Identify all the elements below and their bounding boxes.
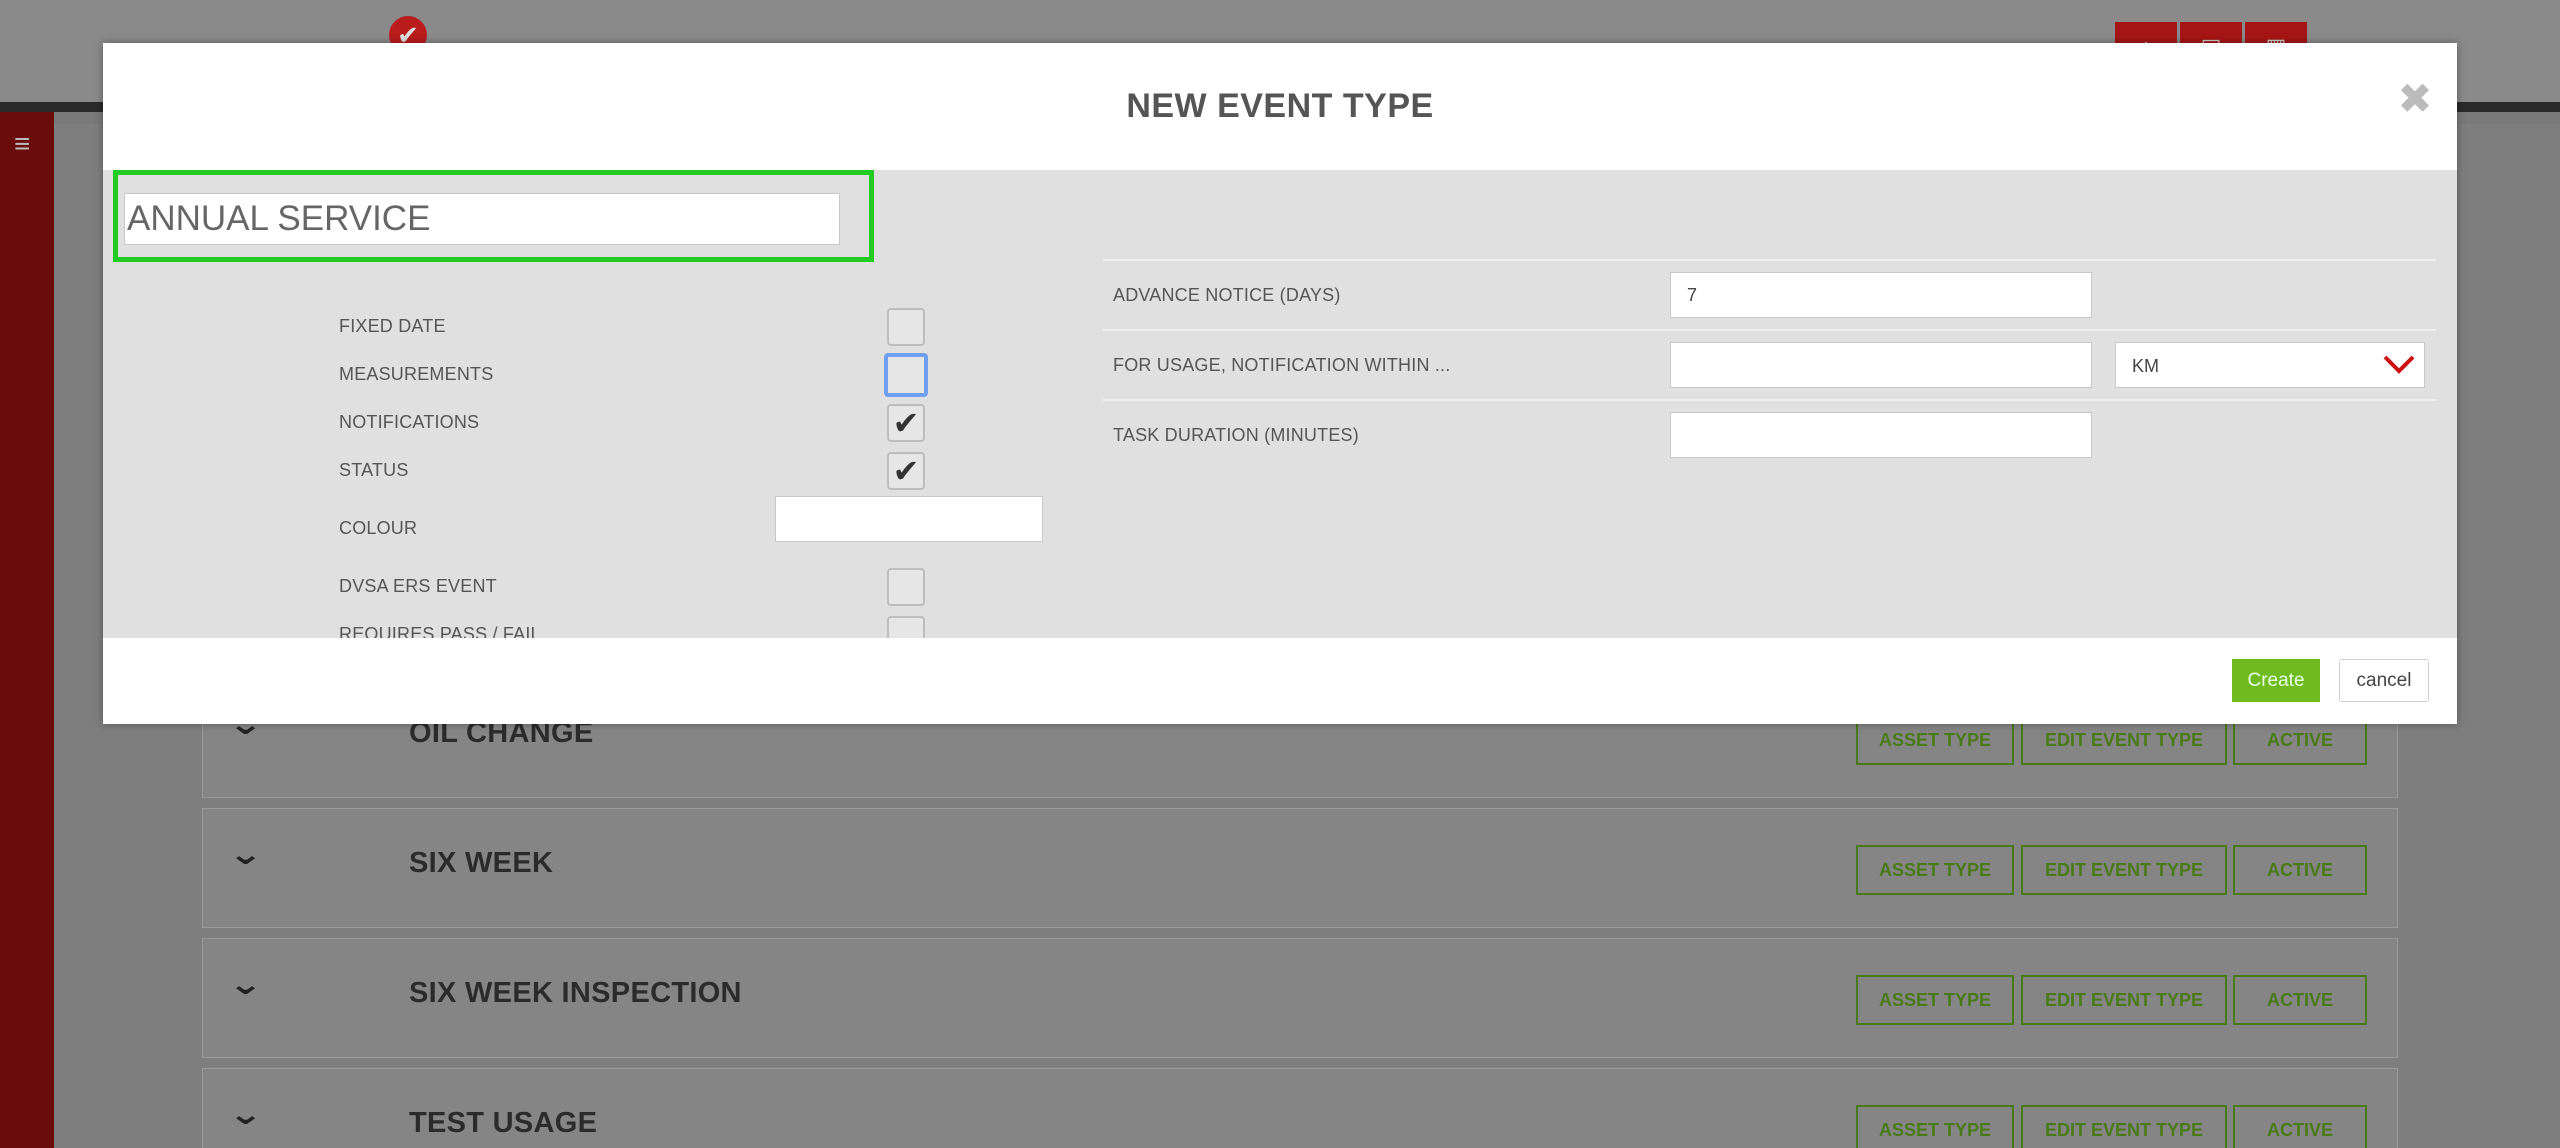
measurements-checkbox[interactable] (884, 353, 928, 397)
notifications-checkbox[interactable]: ✔ (887, 404, 925, 442)
chevron-down-icon[interactable]: ⌄ (228, 837, 263, 872)
usage-notification-row: FOR USAGE, NOTIFICATION WITHIN ... KM (1103, 329, 2436, 399)
asset-type-button[interactable]: ASSET TYPE (1856, 975, 2014, 1025)
fixed-date-checkbox[interactable] (887, 308, 925, 346)
checkmark-icon: ✔ (892, 405, 920, 441)
event-type-title: SIX WEEK (409, 847, 554, 879)
active-status-button[interactable]: ACTIVE (2233, 1105, 2367, 1148)
create-button[interactable]: Create (2232, 659, 2320, 702)
list-item: ⌄ SIX WEEK INSPECTION ASSET TYPE EDIT EV… (202, 938, 2398, 1058)
usage-unit-value: KM (2132, 356, 2159, 376)
asset-type-button[interactable]: ASSET TYPE (1856, 1105, 2014, 1148)
modal-body: FIXED DATE MEASUREMENTS NOTIFICATIONS ✔ … (103, 170, 2457, 654)
modal-footer: Create cancel (103, 638, 2457, 724)
advance-notice-label: ADVANCE NOTICE (DAYS) (1113, 285, 1341, 305)
event-type-title: TEST USAGE (409, 1107, 598, 1139)
fixed-date-label: FIXED DATE (339, 316, 446, 336)
advance-notice-row: ADVANCE NOTICE (DAYS) (1103, 259, 2436, 329)
modal-header: NEW EVENT TYPE ✖ (103, 43, 2457, 170)
edit-event-type-button[interactable]: EDIT EVENT TYPE (2021, 1105, 2227, 1148)
measurements-label: MEASUREMENTS (339, 364, 494, 384)
event-name-input[interactable] (124, 193, 840, 245)
chevron-down-icon[interactable]: ⌄ (228, 1097, 263, 1132)
hamburger-icon[interactable]: ≡ (14, 130, 30, 158)
chevron-down-icon (2383, 355, 2415, 374)
task-duration-input[interactable] (1670, 412, 2092, 458)
usage-unit-select[interactable]: KM (2115, 342, 2425, 388)
dvsa-ers-event-checkbox[interactable] (887, 568, 925, 606)
task-duration-label: TASK DURATION (MINUTES) (1113, 425, 1359, 445)
notifications-label: NOTIFICATIONS (339, 412, 480, 432)
active-status-button[interactable]: ACTIVE (2233, 845, 2367, 895)
event-type-title: SIX WEEK INSPECTION (409, 977, 742, 1009)
usage-notification-label: FOR USAGE, NOTIFICATION WITHIN ... (1113, 355, 1451, 375)
active-status-button[interactable]: ACTIVE (2233, 975, 2367, 1025)
close-icon[interactable]: ✖ (2395, 78, 2435, 120)
edit-event-type-button[interactable]: EDIT EVENT TYPE (2021, 975, 2227, 1025)
status-checkbox[interactable]: ✔ (887, 452, 925, 490)
colour-picker-input[interactable] (775, 496, 1043, 542)
colour-label: COLOUR (339, 518, 418, 538)
new-event-type-modal: NEW EVENT TYPE ✖ FIXED DATE MEASUREMENTS… (103, 43, 2457, 724)
usage-notification-input[interactable] (1670, 342, 2092, 388)
asset-type-button[interactable]: ASSET TYPE (1856, 845, 2014, 895)
left-sidebar (0, 112, 54, 1148)
list-item: ⌄ TEST USAGE ASSET TYPE EDIT EVENT TYPE … (202, 1068, 2398, 1148)
checkmark-icon: ✔ (892, 453, 920, 489)
modal-title: NEW EVENT TYPE (1126, 87, 1434, 125)
dvsa-ers-event-label: DVSA ERS EVENT (339, 576, 497, 596)
chevron-down-icon[interactable]: ⌄ (228, 967, 263, 1002)
list-item: ⌄ SIX WEEK ASSET TYPE EDIT EVENT TYPE AC… (202, 808, 2398, 928)
cancel-button[interactable]: cancel (2339, 659, 2429, 702)
edit-event-type-button[interactable]: EDIT EVENT TYPE (2021, 845, 2227, 895)
settings-table: ADVANCE NOTICE (DAYS) FOR USAGE, NOTIFIC… (1103, 259, 2436, 469)
advance-notice-input[interactable] (1670, 272, 2092, 318)
status-label: STATUS (339, 460, 409, 480)
task-duration-row: TASK DURATION (MINUTES) (1103, 399, 2436, 469)
